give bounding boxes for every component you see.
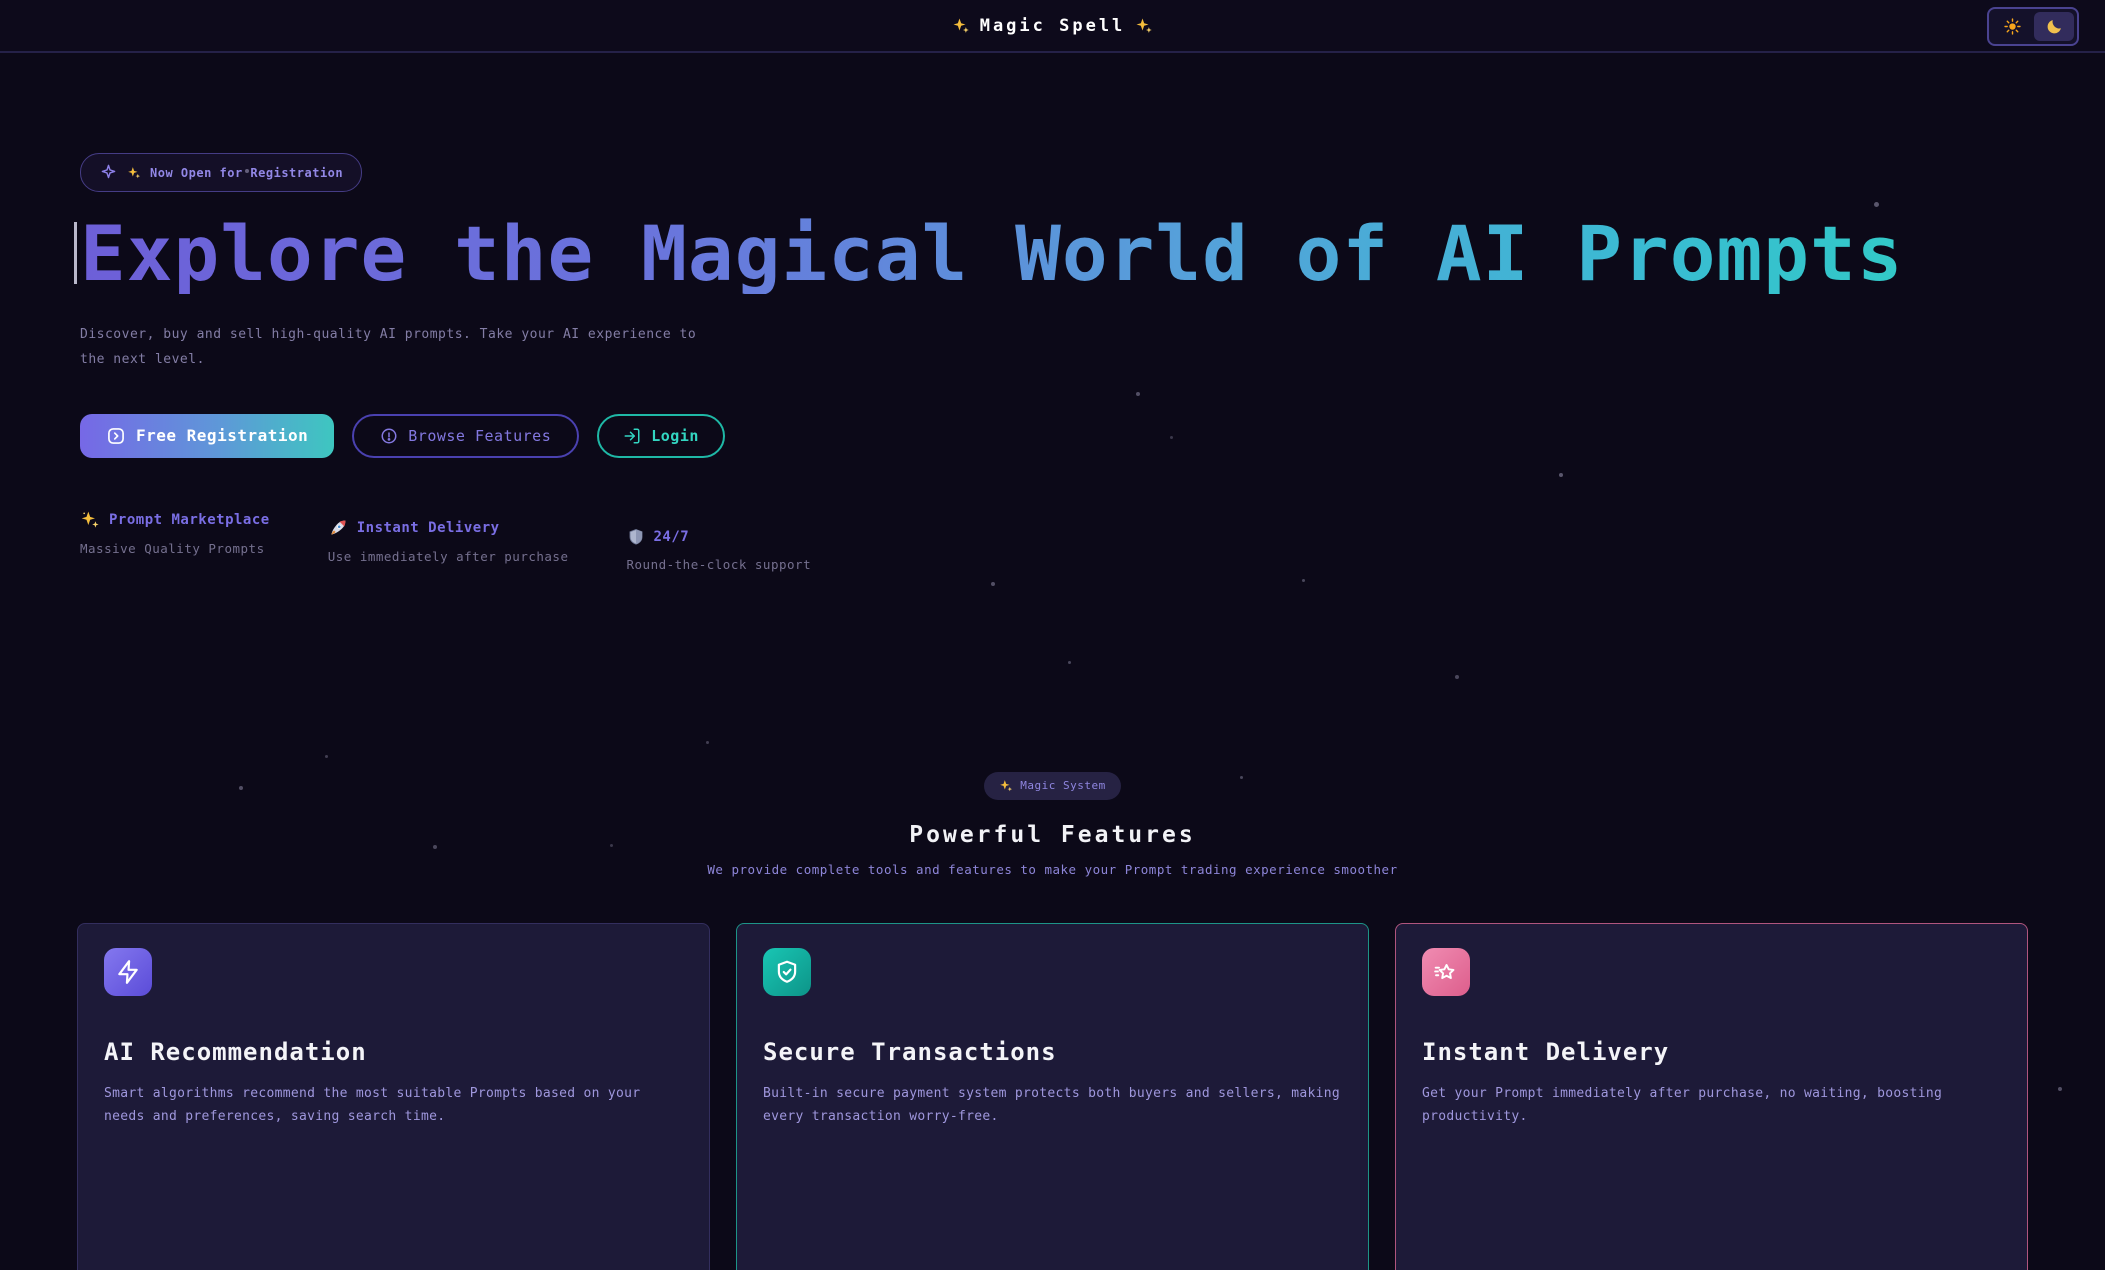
login-label: Login [651,427,699,445]
registration-badge: Now Open for Registration [80,153,362,192]
card-title: AI Recommendation [104,1038,683,1066]
dark-theme-button[interactable] [2034,12,2074,41]
card-title: Instant Delivery [1422,1038,2001,1066]
login-icon [623,427,641,445]
sparkles-icon [999,779,1013,793]
rocket-icon [328,518,348,538]
hero-section: Now Open for Registration Explore the Ma… [0,53,2105,572]
stat-desc-text: Massive Quality Prompts [80,541,270,556]
features-section: Magic System Powerful Features We provid… [0,772,2105,1270]
sparkles-icon [127,166,141,180]
stat-prompt-marketplace: Prompt Marketplace Massive Quality Promp… [80,510,270,572]
card-description: Smart algorithms recommend the most suit… [104,1082,683,1128]
app-title-text: Magic Spell [980,16,1126,36]
stat-desc-text: Round-the-clock support [627,557,812,572]
free-registration-button[interactable]: Free Registration [80,414,334,458]
browse-features-label: Browse Features [408,427,551,445]
features-title: Powerful Features [0,822,2105,848]
sparkles-icon [80,510,100,530]
page-title-text: Explore the Magical World of AI Prompts [80,209,1903,298]
stat-title-text: Instant Delivery [357,520,500,536]
hero-actions: Free Registration Browse Features Login [80,414,2105,458]
free-registration-label: Free Registration [136,426,308,445]
shield-icon [627,528,645,546]
browse-features-button[interactable]: Browse Features [352,414,579,458]
moon-icon [2046,18,2063,35]
stat-title-text: Prompt Marketplace [109,512,270,528]
card-title: Secure Transactions [763,1038,1342,1066]
sun-icon [2004,18,2021,35]
sparkle-outline-icon [99,163,118,182]
header: Magic Spell [0,0,2105,53]
text-caret [74,222,77,284]
features-subtitle: We provide complete tools and features t… [0,862,2105,877]
card-description: Get your Prompt immediately after purcha… [1422,1082,2001,1128]
sparkles-icon [1135,17,1153,35]
stat-support: 24/7 Round-the-clock support [627,528,812,572]
feature-cards: AI Recommendation Smart algorithms recom… [0,923,2105,1270]
magic-system-badge-label: Magic System [1020,779,1105,792]
sparkles-icon [952,17,970,35]
registration-badge-label: Now Open for Registration [150,166,343,180]
stat-desc-text: Use immediately after purchase [328,549,569,564]
page-title: Explore the Magical World of AI Prompts [80,214,2105,294]
shooting-star-icon [1422,948,1470,996]
light-theme-button[interactable] [1992,12,2032,41]
magic-system-badge: Magic System [984,772,1120,800]
card-description: Built-in secure payment system protects … [763,1082,1342,1128]
app-title: Magic Spell [952,16,1154,36]
card-ai-recommendation[interactable]: AI Recommendation Smart algorithms recom… [77,923,710,1270]
chevron-square-icon [106,426,126,446]
card-secure-transactions[interactable]: Secure Transactions Built-in secure paym… [736,923,1369,1270]
theme-toggle[interactable] [1987,7,2079,46]
stat-title-text: 24/7 [654,529,690,545]
login-button[interactable]: Login [597,414,725,458]
card-instant-delivery[interactable]: Instant Delivery Get your Prompt immedia… [1395,923,2028,1270]
info-circle-icon [380,427,398,445]
shield-check-icon [763,948,811,996]
hero-stats: Prompt Marketplace Massive Quality Promp… [80,510,2105,572]
hero-subtitle: Discover, buy and sell high-quality AI p… [80,322,708,372]
zap-icon [104,948,152,996]
stat-instant-delivery: Instant Delivery Use immediately after p… [328,518,569,572]
